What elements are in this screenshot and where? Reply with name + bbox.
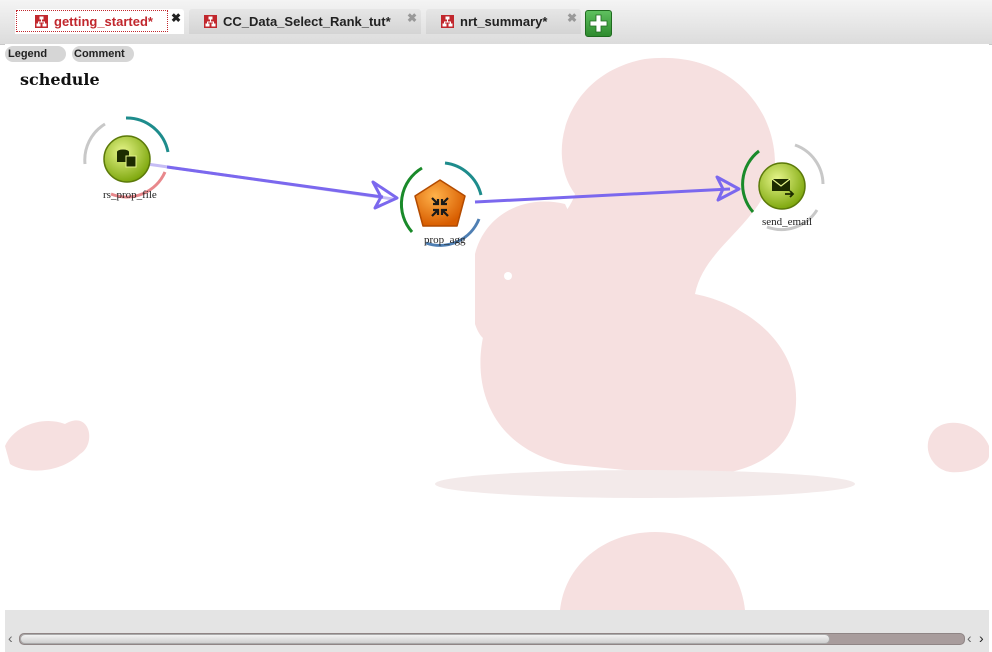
node-label: rs_prop_file	[103, 189, 157, 201]
add-tab-button[interactable]	[585, 10, 612, 37]
tab-nrt-summary[interactable]: nrt_summary* ✖	[426, 9, 581, 34]
tab-label: nrt_summary*	[460, 14, 548, 29]
tab-label: getting_started*	[54, 13, 153, 29]
node-label: send_email	[762, 216, 812, 228]
scroll-left-icon[interactable]: ‹	[8, 630, 13, 646]
close-icon[interactable]: ✖	[171, 11, 181, 25]
close-icon[interactable]: ✖	[407, 11, 417, 25]
tab-label: CC_Data_Select_Rank_tut*	[223, 14, 391, 29]
workflow-graph: rs_prop_file prop_agg send_email	[83, 116, 825, 247]
workflow-icon	[441, 15, 454, 28]
tab-cc-data-select-rank[interactable]: CC_Data_Select_Rank_tut* ✖	[189, 9, 421, 34]
plus-icon	[589, 14, 608, 33]
tab-getting-started[interactable]: getting_started* ✖	[15, 9, 184, 34]
edge-line	[166, 165, 384, 199]
workflow-icon	[204, 15, 217, 28]
tab-bar: getting_started* ✖ CC_Data_Select_Rank_t…	[0, 0, 992, 45]
horizontal-scrollbar-area: ‹ ‹ ›	[5, 610, 989, 652]
scrollbar-thumb[interactable]	[20, 634, 830, 644]
close-icon[interactable]: ✖	[567, 11, 577, 25]
edge-prop-agg-to-send-email[interactable]	[474, 187, 731, 204]
node-label: prop_agg	[424, 234, 466, 246]
node-rs-prop-file[interactable]: rs_prop_file	[83, 116, 170, 201]
workflow-icon	[35, 14, 48, 28]
node-prop-agg[interactable]: prop_agg	[399, 161, 483, 247]
scroll-left-icon[interactable]: ‹	[967, 630, 972, 646]
node-send-email[interactable]: send_email	[741, 143, 825, 232]
scroll-right-icon[interactable]: ›	[979, 630, 984, 646]
workflow-canvas[interactable]: Legend Comment schedule rs_prop_file pro…	[5, 44, 989, 610]
